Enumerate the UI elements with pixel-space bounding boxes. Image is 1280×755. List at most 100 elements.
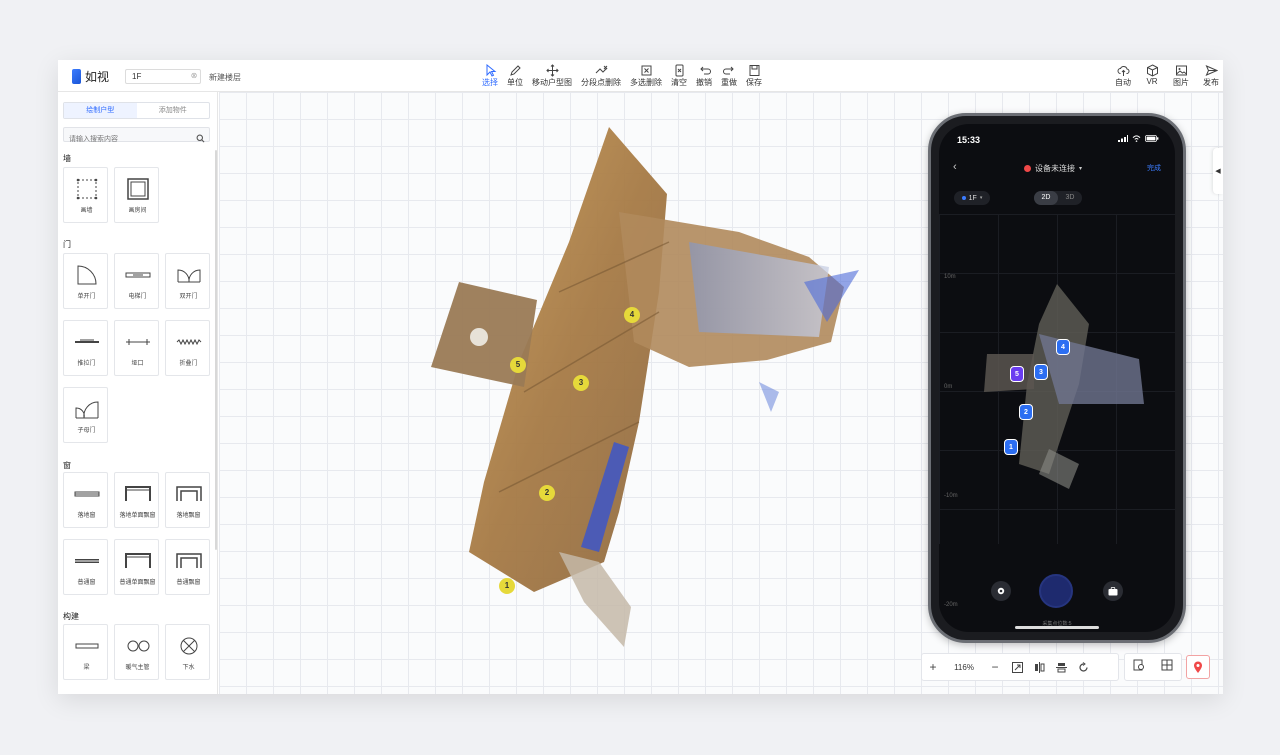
rotate-button[interactable] xyxy=(1072,653,1094,681)
clear-icon xyxy=(672,64,686,76)
redo-icon xyxy=(722,64,736,76)
component-label: 垭口 xyxy=(131,361,144,367)
plan-layer-icon xyxy=(1161,659,1173,671)
caret-down-icon: ▾ xyxy=(979,195,983,201)
briefcase-icon xyxy=(1108,586,1118,595)
view-mode-3d[interactable]: 3D xyxy=(1058,191,1082,205)
tool-button-1[interactable]: 单位 xyxy=(507,64,523,88)
component-item[interactable]: 垭口 xyxy=(114,320,159,376)
publish-tool-button-3[interactable]: 发布 xyxy=(1203,64,1219,88)
tool-button-3[interactable]: 分段点删除 xyxy=(581,64,621,88)
component-search xyxy=(63,127,210,146)
show-plan-button[interactable] xyxy=(1161,658,1173,676)
phone-time: 15:33 xyxy=(957,135,981,145)
component-item[interactable]: 推拉门 xyxy=(63,320,108,376)
publish-tool-button-2[interactable]: 图片 xyxy=(1173,64,1189,88)
publish-tool-label: 图片 xyxy=(1173,78,1189,87)
view-mode-toggle: 2D 3D xyxy=(1034,191,1082,205)
phone-marker-1[interactable]: 1 xyxy=(1004,439,1018,455)
locate-button[interactable] xyxy=(1186,655,1210,679)
component-panel: 绘制户型 添加物件 墙画墙 画房间门单开门 电梯门 双开门推拉门 垭口 折叠门子母门窗落地… xyxy=(58,92,218,694)
zoom-in-button[interactable]: + xyxy=(922,653,944,681)
app-window: 如视 ⊗ 新建楼层 选择单位移动户型图分段点删除多选删除清空撤销重做保存 自动 V… xyxy=(58,60,1223,694)
collapse-panel-handle[interactable]: ◀ xyxy=(1213,148,1223,194)
phone-nav-bar: ‹ 设备未连接 ▾ 完成 xyxy=(939,159,1175,179)
tool-button-7[interactable]: 重做 xyxy=(721,64,737,88)
phone-marker-3[interactable]: 3 xyxy=(1034,364,1048,380)
component-item[interactable]: 落地飘窗 xyxy=(165,472,210,528)
component-item[interactable]: 普通单面飘窗 xyxy=(114,539,159,595)
component-item[interactable]: 暖气主管 xyxy=(114,624,159,680)
point-layer-icon xyxy=(1133,659,1144,671)
tool-button-4[interactable]: 多选删除 xyxy=(630,64,662,88)
scan-point-marker-1[interactable]: 1 xyxy=(499,578,515,594)
publish-tool-button-0[interactable]: 自动 xyxy=(1115,64,1131,88)
tool-label: 移动户型图 xyxy=(532,78,572,87)
component-item[interactable]: 落地窗 xyxy=(63,472,108,528)
tool-button-8[interactable]: 保存 xyxy=(746,64,762,88)
component-label: 画墙 xyxy=(80,208,93,214)
phone-status-icons xyxy=(1118,135,1159,142)
component-item[interactable]: 梁 xyxy=(63,624,108,680)
phone-floor-label: 1F xyxy=(968,194,977,202)
publish-tool-button-1[interactable]: VR xyxy=(1145,63,1159,88)
component-item[interactable]: 画墙 xyxy=(63,167,108,223)
panel-tabs: 绘制户型 添加物件 xyxy=(63,102,210,119)
component-item[interactable]: 单开门 xyxy=(63,253,108,309)
fit-screen-button[interactable] xyxy=(1006,653,1028,681)
zoom-out-button[interactable]: − xyxy=(984,653,1006,681)
mirror-horizontal-button[interactable] xyxy=(1028,653,1050,681)
scan-point-marker-4[interactable]: 4 xyxy=(624,307,640,323)
scan-point-marker-3[interactable]: 3 xyxy=(573,375,589,391)
component-item[interactable]: 下水 xyxy=(165,624,210,680)
floor-bay-window-icon xyxy=(166,481,211,507)
capture-button[interactable] xyxy=(1039,574,1073,608)
tool-button-6[interactable]: 撤销 xyxy=(696,64,712,88)
search-input[interactable] xyxy=(64,133,189,146)
device-status-dropdown[interactable]: 设备未连接 ▾ xyxy=(1024,163,1082,174)
caret-down-icon: ▾ xyxy=(1079,166,1083,172)
clear-floor-icon[interactable]: ⊗ xyxy=(189,71,199,81)
view-mode-2d[interactable]: 2D xyxy=(1034,191,1058,205)
done-button[interactable]: 完成 xyxy=(1147,163,1161,173)
tool-button-0[interactable]: 选择 xyxy=(482,63,498,88)
component-label: 暖气主管 xyxy=(125,665,150,671)
component-item[interactable]: 普通窗 xyxy=(63,539,108,595)
disconnected-dot-icon xyxy=(1024,165,1031,172)
phone-marker-2[interactable]: 2 xyxy=(1019,404,1033,420)
component-item[interactable]: 落地单面飘窗 xyxy=(114,472,159,528)
component-item[interactable]: 普通飘窗 xyxy=(165,539,210,595)
phone-map-grid[interactable]: 10m 0m -10m -20m 1 2 3 4 5 xyxy=(939,214,1175,608)
component-item[interactable]: 画房间 xyxy=(114,167,159,223)
phone-marker-4[interactable]: 4 xyxy=(1056,339,1070,355)
settings-button[interactable] xyxy=(991,581,1011,601)
tool-button-2[interactable]: 移动户型图 xyxy=(532,63,572,88)
panel-scrollbar[interactable] xyxy=(215,150,217,550)
component-item[interactable]: 双开门 xyxy=(165,253,210,309)
tab-add-objects[interactable]: 添加物件 xyxy=(137,103,210,118)
tab-draw-floorplan[interactable]: 绘制户型 xyxy=(64,103,137,118)
scan-point-marker-2[interactable]: 2 xyxy=(539,485,555,501)
top-toolbar: 如视 ⊗ 新建楼层 选择单位移动户型图分段点删除多选删除清空撤销重做保存 自动 V… xyxy=(58,60,1223,92)
component-item[interactable]: 电梯门 xyxy=(114,253,159,309)
component-label: 梁 xyxy=(83,665,90,671)
zoom-level: 116% xyxy=(954,662,974,672)
mirror-vertical-button[interactable] xyxy=(1050,653,1072,681)
component-label: 电梯门 xyxy=(128,294,147,300)
draw-wall-icon xyxy=(64,176,109,202)
tool-button-5[interactable]: 清空 xyxy=(671,64,687,88)
double-door-icon xyxy=(166,262,211,288)
phone-preview: 15:33 ‹ 设备未连接 ▾ 完成 1F ▾ 2D 3D 10m 0m -10… xyxy=(928,113,1186,643)
phone-marker-5-selected[interactable]: 5 xyxy=(1010,366,1024,382)
phone-floor-select[interactable]: 1F ▾ xyxy=(954,191,990,205)
new-floor-button[interactable]: 新建楼层 xyxy=(209,72,241,83)
search-icon[interactable] xyxy=(196,130,205,148)
show-points-button[interactable] xyxy=(1133,658,1145,676)
scan-point-marker-5[interactable]: 5 xyxy=(510,357,526,373)
back-icon[interactable]: ‹ xyxy=(953,161,957,173)
component-item[interactable]: 子母门 xyxy=(63,387,108,443)
component-item[interactable]: 折叠门 xyxy=(165,320,210,376)
component-label: 子母门 xyxy=(77,428,96,434)
location-pin-icon xyxy=(1194,661,1202,673)
toolbox-button[interactable] xyxy=(1103,581,1123,601)
